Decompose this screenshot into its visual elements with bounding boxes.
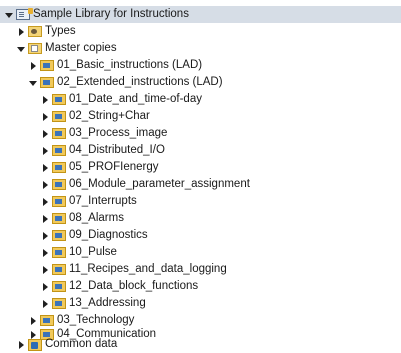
chevron-right-icon[interactable] xyxy=(40,146,50,156)
chevron-right-icon[interactable] xyxy=(40,231,50,241)
folder-icon xyxy=(52,298,66,309)
tree-item-label: 03_Process_image xyxy=(69,127,168,139)
tree-item-label: 02_Extended_instructions (LAD) xyxy=(57,76,223,88)
chevron-right-icon[interactable] xyxy=(40,299,50,309)
tree-item-master-copies[interactable]: Master copies xyxy=(0,40,401,57)
folder-icon xyxy=(52,111,66,122)
tree-item-pulse[interactable]: 10_Pulse xyxy=(0,244,401,261)
tree-item-label: 07_Interrupts xyxy=(69,195,137,207)
chevron-right-icon[interactable] xyxy=(28,61,38,71)
tree-item-common-data[interactable]: Common data xyxy=(0,337,401,352)
tree-item-date-time[interactable]: 01_Date_and_time-of-day xyxy=(0,91,401,108)
folder-icon xyxy=(52,230,66,241)
common-data-icon xyxy=(28,338,42,351)
tree-item-data-block-functions[interactable]: 12_Data_block_functions xyxy=(0,278,401,295)
tree-item-label: Common data xyxy=(45,338,118,350)
chevron-right-icon[interactable] xyxy=(40,197,50,207)
chevron-right-icon[interactable] xyxy=(40,180,50,190)
chevron-right-icon[interactable] xyxy=(40,248,50,258)
folder-icon xyxy=(52,94,66,105)
tree-item-interrupts[interactable]: 07_Interrupts xyxy=(0,193,401,210)
tree-item-label: 11_Recipes_and_data_logging xyxy=(69,263,227,275)
tree-item-label: 08_Alarms xyxy=(69,212,124,224)
tree-item-string-char[interactable]: 02_String+Char xyxy=(0,108,401,125)
tree-item-profienergy[interactable]: 05_PROFIenergy xyxy=(0,159,401,176)
folder-icon xyxy=(52,247,66,258)
chevron-right-icon[interactable] xyxy=(28,316,38,326)
library-icon xyxy=(16,8,33,20)
folder-icon xyxy=(52,128,66,139)
tree-item-label: 06_Module_parameter_assignment xyxy=(69,178,250,190)
master-copies-folder-icon xyxy=(28,43,42,54)
tree-item-label: 12_Data_block_functions xyxy=(69,280,199,292)
chevron-right-icon[interactable] xyxy=(40,112,50,122)
chevron-down-icon[interactable] xyxy=(16,44,26,54)
tree-item-addressing[interactable]: 13_Addressing xyxy=(0,295,401,312)
chevron-down-icon[interactable] xyxy=(4,10,14,20)
folder-icon xyxy=(52,179,66,190)
tree-item-recipes[interactable]: 11_Recipes_and_data_logging xyxy=(0,261,401,278)
tree-item-distributed-io[interactable]: 04_Distributed_I/O xyxy=(0,142,401,159)
folder-icon xyxy=(40,315,54,326)
tree-item-label: 04_Distributed_I/O xyxy=(69,144,165,156)
tree-item-extended-instructions[interactable]: 02_Extended_instructions (LAD) xyxy=(0,74,401,91)
tree-item-basic-instructions[interactable]: 01_Basic_instructions (LAD) xyxy=(0,57,401,74)
tree-item-label: 09_Diagnostics xyxy=(69,229,148,241)
tree-item-label: 10_Pulse xyxy=(69,246,117,258)
tree-item-label: Sample Library for Instructions xyxy=(33,8,189,20)
folder-icon xyxy=(52,196,66,207)
folder-icon xyxy=(52,162,66,173)
tree-item-process-image[interactable]: 03_Process_image xyxy=(0,125,401,142)
tree-item-label: 01_Date_and_time-of-day xyxy=(69,93,202,105)
tree-item-module-parameter[interactable]: 06_Module_parameter_assignment xyxy=(0,176,401,193)
folder-icon xyxy=(52,264,66,275)
chevron-right-icon[interactable] xyxy=(40,95,50,105)
chevron-right-icon[interactable] xyxy=(40,265,50,275)
tree-item-types[interactable]: Types xyxy=(0,23,401,40)
chevron-right-icon[interactable] xyxy=(40,282,50,292)
library-tree: Sample Library for Instructions Types Ma… xyxy=(0,0,401,352)
folder-icon xyxy=(52,213,66,224)
tree-item-sample-library[interactable]: Sample Library for Instructions xyxy=(0,6,401,23)
tree-item-label: 05_PROFIenergy xyxy=(69,161,159,173)
tree-item-label: 01_Basic_instructions (LAD) xyxy=(57,59,203,71)
tree-item-label: Master copies xyxy=(45,42,117,54)
chevron-right-icon[interactable] xyxy=(40,129,50,139)
tree-item-alarms[interactable]: 08_Alarms xyxy=(0,210,401,227)
folder-icon xyxy=(40,77,54,88)
tree-item-label: 02_String+Char xyxy=(69,110,150,122)
tree-item-label: 13_Addressing xyxy=(69,297,146,309)
folder-icon xyxy=(52,281,66,292)
folder-icon xyxy=(52,145,66,156)
tree-item-label: Types xyxy=(45,25,76,37)
folder-icon xyxy=(40,60,54,71)
chevron-right-icon[interactable] xyxy=(40,163,50,173)
chevron-right-icon[interactable] xyxy=(16,340,26,350)
tree-item-diagnostics[interactable]: 09_Diagnostics xyxy=(0,227,401,244)
chevron-right-icon[interactable] xyxy=(16,27,26,37)
types-folder-icon xyxy=(28,26,42,37)
chevron-down-icon[interactable] xyxy=(28,78,38,88)
chevron-right-icon[interactable] xyxy=(40,214,50,224)
